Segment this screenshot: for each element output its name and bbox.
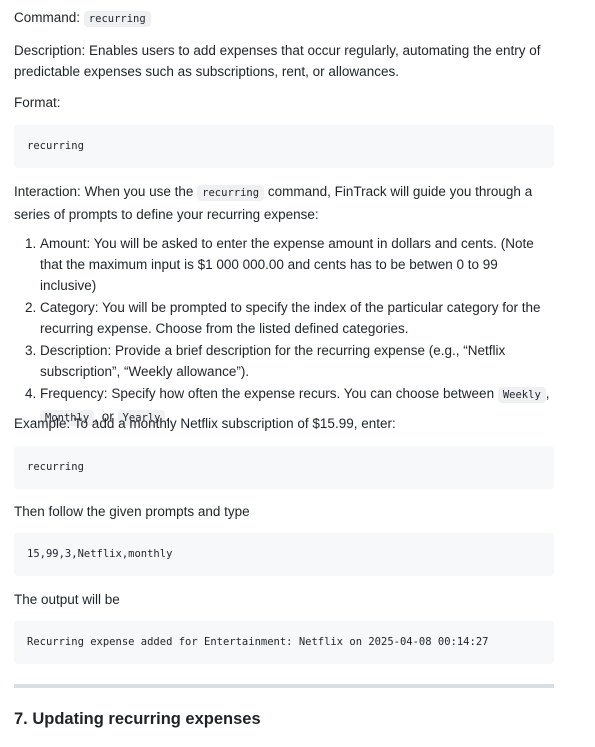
example-code: recurring xyxy=(27,461,84,473)
interaction-para: Interaction: When you use the recurring … xyxy=(14,181,554,225)
command-label: Command: xyxy=(14,10,81,25)
command-code: recurring xyxy=(83,11,151,27)
format-code-block: recurring xyxy=(14,125,554,168)
followup-code-block: 15,99,3,Netflix,monthly xyxy=(14,533,554,576)
section-divider xyxy=(14,684,554,688)
example-text: To add a monthly Netflix subscription of… xyxy=(73,416,396,431)
interaction-label: Interaction: xyxy=(14,184,81,199)
step-text: Specify how often the expense recurs. Yo… xyxy=(111,386,495,401)
command-line: Command: recurring xyxy=(14,7,151,30)
example-code-block: recurring xyxy=(14,446,554,489)
option-separator: , xyxy=(545,386,550,401)
output-para: The output will be xyxy=(14,589,120,610)
steps-list: Amount: You will be asked to enter the e… xyxy=(14,233,554,430)
list-item: Amount: You will be asked to enter the e… xyxy=(40,233,554,296)
example-label: Example: xyxy=(14,416,71,431)
description-label: Description: xyxy=(14,43,86,58)
step-text: You will be asked to enter the expense a… xyxy=(40,236,534,293)
followup-code: 15,99,3,Netflix,monthly xyxy=(27,548,173,560)
description-text: Enables users to add expenses that occur… xyxy=(14,43,541,79)
option-code-weekly: Weekly xyxy=(497,387,546,403)
list-item: Category: You will be prompted to specif… xyxy=(40,297,554,339)
description-para: Description: Enables users to add expens… xyxy=(14,40,554,82)
step-text: You will be prompted to specify the inde… xyxy=(40,300,541,336)
step-label: Frequency: xyxy=(40,386,108,401)
example-para: Example: To add a monthly Netflix subscr… xyxy=(14,413,396,434)
followup-text: Then follow the given prompts and type xyxy=(14,504,250,519)
output-text: The output will be xyxy=(14,592,120,607)
list-item: Description: Provide a brief description… xyxy=(40,340,554,382)
format-code: recurring xyxy=(27,140,84,152)
followup-para: Then follow the given prompts and type xyxy=(14,501,250,522)
step-label: Amount: xyxy=(40,236,91,251)
section-heading: 7. Updating recurring expenses xyxy=(14,710,261,728)
format-label-para: Format: xyxy=(14,92,61,113)
step-label: Category: xyxy=(40,300,99,315)
output-code-block: Recurring expense added for Entertainmen… xyxy=(14,621,554,664)
step-label: Description: xyxy=(40,343,112,358)
interaction-before: When you use the xyxy=(84,184,194,199)
format-label: Format: xyxy=(14,95,61,110)
output-code: Recurring expense added for Entertainmen… xyxy=(27,636,489,648)
interaction-code: recurring xyxy=(197,185,265,201)
